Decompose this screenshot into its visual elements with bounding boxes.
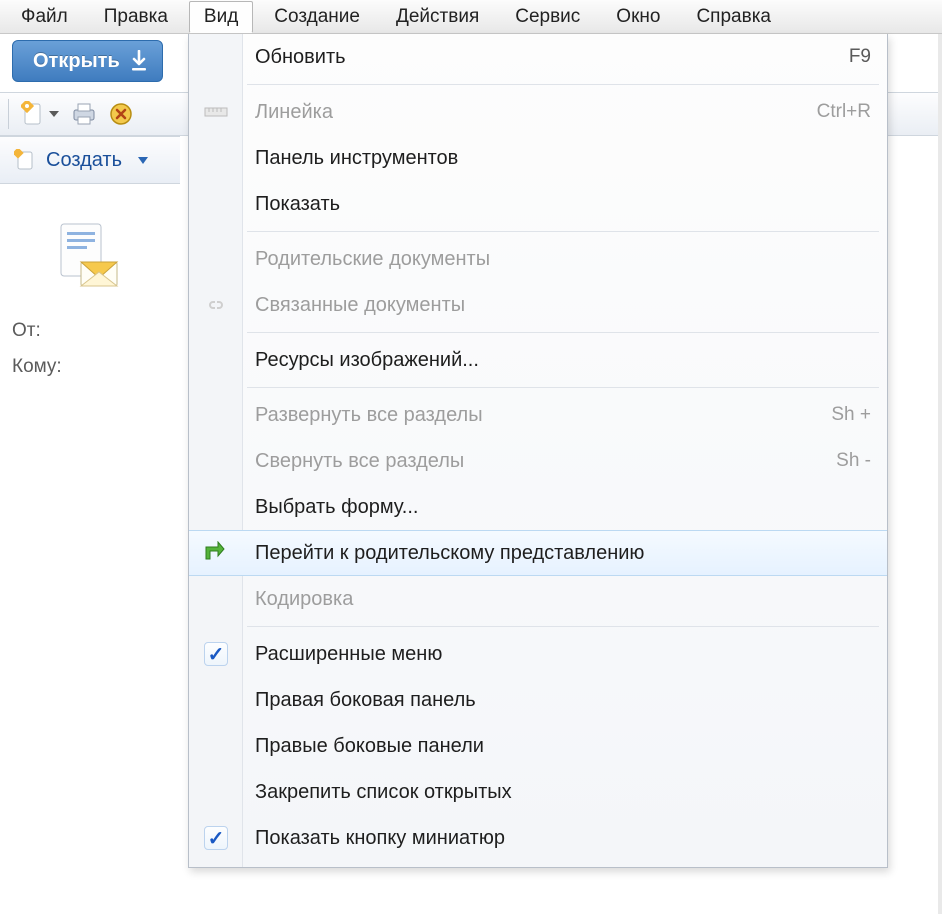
create-button[interactable]: Создать: [0, 136, 180, 184]
ruler-icon: [201, 103, 231, 121]
label: Свернуть все разделы: [255, 450, 464, 473]
label: Расширенные меню: [255, 643, 442, 666]
new-doc-button[interactable]: [21, 101, 59, 127]
menu-tools[interactable]: Сервис: [500, 1, 595, 33]
open-button[interactable]: Открыть: [12, 40, 163, 82]
label: Показать кнопку миниатюр: [255, 827, 505, 850]
label: Обновить: [255, 46, 346, 69]
label: Закрепить список открытых: [255, 781, 512, 804]
menu-create[interactable]: Создание: [259, 1, 375, 33]
menu-item-ruler: Линейка Ctrl+R: [189, 89, 887, 135]
label: Показать: [255, 193, 340, 216]
check-icon: ✓: [201, 642, 231, 666]
label: Родительские документы: [255, 248, 490, 271]
label: Развернуть все разделы: [255, 404, 483, 427]
shortcut: Sh +: [831, 404, 887, 426]
menu-bar: Файл Правка Вид Создание Действия Сервис…: [0, 0, 942, 34]
menu-item-go-parent-view[interactable]: Перейти к родительскому представлению: [189, 530, 887, 576]
menu-window[interactable]: Окно: [601, 1, 675, 33]
menu-item-pin-open-list[interactable]: Закрепить список открытых: [189, 769, 887, 815]
menu-item-collapse-all: Свернуть все разделы Sh -: [189, 438, 887, 484]
label: Панель инструментов: [255, 147, 458, 170]
document-mail-icon: [0, 184, 180, 306]
check-icon: ✓: [201, 826, 231, 850]
menu-item-expand-all: Развернуть все разделы Sh +: [189, 392, 887, 438]
new-star-icon: [14, 149, 36, 171]
link-icon: [201, 296, 231, 314]
label: Выбрать форму...: [255, 496, 418, 519]
menu-item-refresh[interactable]: Обновить F9: [189, 34, 887, 80]
message-fields: От: Кому:: [0, 320, 180, 378]
menu-item-extended-menus[interactable]: ✓ Расширенные меню: [189, 631, 887, 677]
chevron-down-icon: [49, 111, 59, 117]
menu-item-select-form[interactable]: Выбрать форму...: [189, 484, 887, 530]
parent-view-arrow-icon: [201, 541, 231, 565]
menu-item-parent-docs: Родительские документы: [189, 236, 887, 282]
separator: [247, 231, 879, 232]
create-label: Создать: [46, 149, 122, 172]
right-edge: [938, 34, 942, 914]
view-dropdown: Обновить F9 Линейка Ctrl+R Панель инстру…: [188, 34, 888, 868]
menu-item-right-panel[interactable]: Правая боковая панель: [189, 677, 887, 723]
stop-button[interactable]: [109, 102, 133, 126]
menu-item-right-panels[interactable]: Правые боковые панели: [189, 723, 887, 769]
label: Правые боковые панели: [255, 735, 484, 758]
label: Перейти к родительскому представлению: [255, 542, 644, 565]
print-button[interactable]: [71, 102, 97, 126]
label: Ресурсы изображений...: [255, 349, 479, 372]
shortcut: Ctrl+R: [817, 101, 887, 123]
download-arrow-icon: [130, 50, 148, 72]
chevron-down-icon: [138, 157, 148, 164]
open-button-label: Открыть: [33, 50, 120, 73]
separator: [8, 99, 9, 129]
menu-item-show-thumb-button[interactable]: ✓ Показать кнопку миниатюр: [189, 815, 887, 861]
separator: [247, 626, 879, 627]
from-label: От:: [12, 320, 41, 342]
menu-item-show[interactable]: Показать: [189, 181, 887, 227]
menu-file[interactable]: Файл: [6, 1, 83, 33]
menu-view[interactable]: Вид: [189, 1, 253, 33]
separator: [247, 387, 879, 388]
menu-item-encoding: Кодировка: [189, 576, 887, 622]
menu-edit[interactable]: Правка: [89, 1, 183, 33]
side-panel: Создать От: Кому:: [0, 136, 180, 914]
to-label: Кому:: [12, 356, 62, 378]
label: Кодировка: [255, 588, 353, 611]
label: Правая боковая панель: [255, 689, 476, 712]
menu-item-linked-docs: Связанные документы: [189, 282, 887, 328]
label: Линейка: [255, 101, 333, 124]
label: Связанные документы: [255, 294, 465, 317]
menu-help[interactable]: Справка: [681, 1, 786, 33]
shortcut: Sh -: [836, 450, 887, 472]
separator: [247, 332, 879, 333]
separator: [247, 84, 879, 85]
menu-actions[interactable]: Действия: [381, 1, 494, 33]
menu-item-toolbars[interactable]: Панель инструментов: [189, 135, 887, 181]
menu-item-image-resources[interactable]: Ресурсы изображений...: [189, 337, 887, 383]
shortcut: F9: [849, 46, 887, 68]
